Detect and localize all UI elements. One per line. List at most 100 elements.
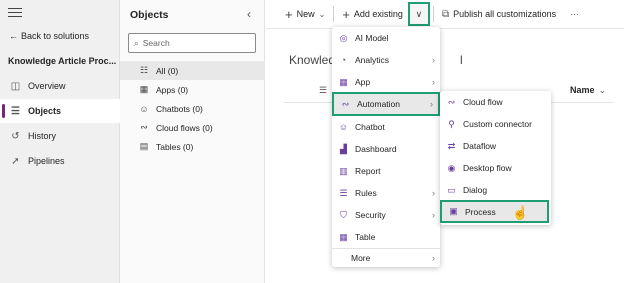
connector-icon: ⚲ <box>448 118 455 129</box>
hamburger-icon[interactable] <box>8 8 22 18</box>
nav-item-overview[interactable]: ◫ Overview <box>0 74 120 98</box>
publish-all-button[interactable]: ⧉ Publish all customizations <box>437 3 561 25</box>
menu-item-label: AI Model <box>355 33 389 43</box>
nav-item-objects[interactable]: ☰ Objects <box>0 99 120 123</box>
menu-item-more[interactable]: More › <box>332 249 440 267</box>
chevron-right-icon: › <box>432 77 435 87</box>
rules-icon: ☰ <box>339 187 348 198</box>
menu-item-label: Process <box>465 206 496 217</box>
menu-item-label: Analytics <box>355 55 390 65</box>
app-icon: ▦ <box>339 76 348 87</box>
objects-item-chatbots[interactable]: ☺ Chatbots (0) <box>120 99 265 118</box>
menu-item-automation[interactable]: ∾ Automation › <box>332 92 440 116</box>
process-icon: ▣ <box>449 206 458 216</box>
overview-icon: ◫ <box>10 80 21 92</box>
nav-item-label: Objects <box>28 106 62 116</box>
menu-item-label: Rules <box>355 188 377 198</box>
nav-item-label: Overview <box>28 81 66 91</box>
objects-item-label: Tables (0) <box>156 141 194 152</box>
page-title: Knowled l <box>289 53 463 67</box>
toolbar-divider <box>333 6 335 22</box>
objects-item-all[interactable]: ☷ All (0) <box>120 61 265 80</box>
more-commands-button[interactable]: ··· <box>565 3 584 25</box>
objects-item-tables[interactable]: ▤ Tables (0) <box>120 137 265 156</box>
column-header-name[interactable]: Name ⌄ <box>570 85 606 96</box>
back-to-solutions-link[interactable]: ← Back to solutions <box>9 31 89 41</box>
objects-pane: Objects ‹ ⌕ Search ☷ All (0) ▦ Apps (0) … <box>120 0 265 283</box>
rocket-icon: ➚ <box>11 155 20 167</box>
add-existing-label: Add existing <box>353 9 403 19</box>
plus-icon: + <box>342 6 350 22</box>
objects-item-cloud-flows[interactable]: ∾ Cloud flows (0) <box>120 118 265 137</box>
list-icon: ☷ <box>139 65 149 75</box>
shield-icon: ⛉ <box>340 209 347 220</box>
ai-model-icon: ◎ <box>339 32 348 43</box>
menu-item-app[interactable]: ▦ App › <box>332 71 440 93</box>
menu-item-label: Dashboard <box>355 144 397 154</box>
menu-item-custom-connector[interactable]: ⚲ Custom connector <box>440 113 551 135</box>
menu-item-security[interactable]: ⛉ Security › <box>332 204 440 226</box>
apps-icon: ▦ <box>139 84 149 94</box>
menu-item-dataflow[interactable]: ⇄ Dataflow <box>440 135 551 157</box>
report-icon: ▥ <box>339 165 348 176</box>
menu-item-label: Security <box>355 210 386 220</box>
nav-item-pipelines[interactable]: ➚ Pipelines <box>0 149 120 173</box>
add-existing-button[interactable]: + Add existing <box>337 3 408 25</box>
menu-item-label: Chatbot <box>355 122 385 132</box>
search-input[interactable]: ⌕ Search <box>128 33 256 53</box>
app-window: ← Back to solutions Knowledge Article Pr… <box>0 0 624 283</box>
menu-item-table[interactable]: ▦ Table <box>332 226 440 248</box>
table-icon: ▤ <box>139 141 149 151</box>
objects-item-label: Cloud flows (0) <box>156 122 213 133</box>
chevron-left-icon[interactable]: ‹ <box>247 7 251 21</box>
page-title-start: Knowled <box>289 53 336 67</box>
new-button[interactable]: + New ⌄ <box>280 3 330 25</box>
nav-item-label: Pipelines <box>28 156 65 166</box>
chevron-right-icon: › <box>432 253 435 263</box>
automation-icon: ∾ <box>341 98 350 109</box>
add-existing-dropdown-button[interactable]: ∨ <box>407 2 430 26</box>
chevron-right-icon: › <box>432 55 435 65</box>
objects-item-apps[interactable]: ▦ Apps (0) <box>120 80 265 99</box>
menu-item-cloud-flow[interactable]: ∾ Cloud flow <box>440 91 551 113</box>
history-icon: ↺ <box>11 130 20 142</box>
analytics-icon: ◔ <box>340 55 347 65</box>
menu-item-label: Report <box>355 166 381 176</box>
search-icon: ⌕ <box>134 37 139 48</box>
back-link-label: Back to solutions <box>21 31 90 41</box>
menu-item-report[interactable]: ▥ Report <box>332 160 440 182</box>
menu-item-label: Custom connector <box>463 119 532 129</box>
command-bar: + New ⌄ + Add existing ∨ ⧉ Publish all c… <box>266 0 624 28</box>
plus-icon: + <box>285 6 293 22</box>
menu-item-dashboard[interactable]: ▟ Dashboard <box>332 138 440 160</box>
toolbar-divider <box>432 6 434 22</box>
table-icon: ▦ <box>339 231 348 242</box>
desktop-flow-icon: ◉ <box>447 162 456 173</box>
menu-item-label: Dialog <box>463 185 488 195</box>
objects-item-label: Apps (0) <box>156 84 189 95</box>
chevron-down-icon: ⌄ <box>318 9 326 19</box>
menu-item-label: Automation <box>357 99 400 109</box>
chevron-right-icon: › <box>432 188 435 198</box>
column-header-label: Name <box>570 85 595 95</box>
menu-item-label: Cloud flow <box>463 97 503 107</box>
menu-item-label: App <box>355 77 371 87</box>
menu-item-label: Dataflow <box>463 141 497 151</box>
menu-item-rules[interactable]: ☰ Rules › <box>332 182 440 204</box>
menu-item-chatbot[interactable]: ☺ Chatbot <box>332 116 440 138</box>
page-title-end: l <box>460 53 463 67</box>
arrow-left-icon: ← <box>9 31 18 41</box>
menu-item-ai-model[interactable]: ◎ AI Model <box>332 27 440 49</box>
objects-item-label: Chatbots (0) <box>156 103 203 114</box>
search-placeholder: Search <box>142 38 170 48</box>
menu-item-dialog[interactable]: ▭ Dialog <box>440 179 551 201</box>
publish-label: Publish all customizations <box>453 9 557 19</box>
menu-item-process[interactable]: ▣ Process <box>440 200 549 223</box>
objects-item-label: All (0) <box>156 65 179 76</box>
chatbot-icon: ☺ <box>338 122 349 132</box>
menu-item-desktop-flow[interactable]: ◉ Desktop flow <box>440 157 551 179</box>
left-nav: ← Back to solutions Knowledge Article Pr… <box>0 0 120 283</box>
menu-item-analytics[interactable]: ◔ Analytics › <box>332 49 440 71</box>
nav-item-history[interactable]: ↺ History <box>0 124 120 148</box>
bot-icon: ☺ <box>139 103 149 114</box>
